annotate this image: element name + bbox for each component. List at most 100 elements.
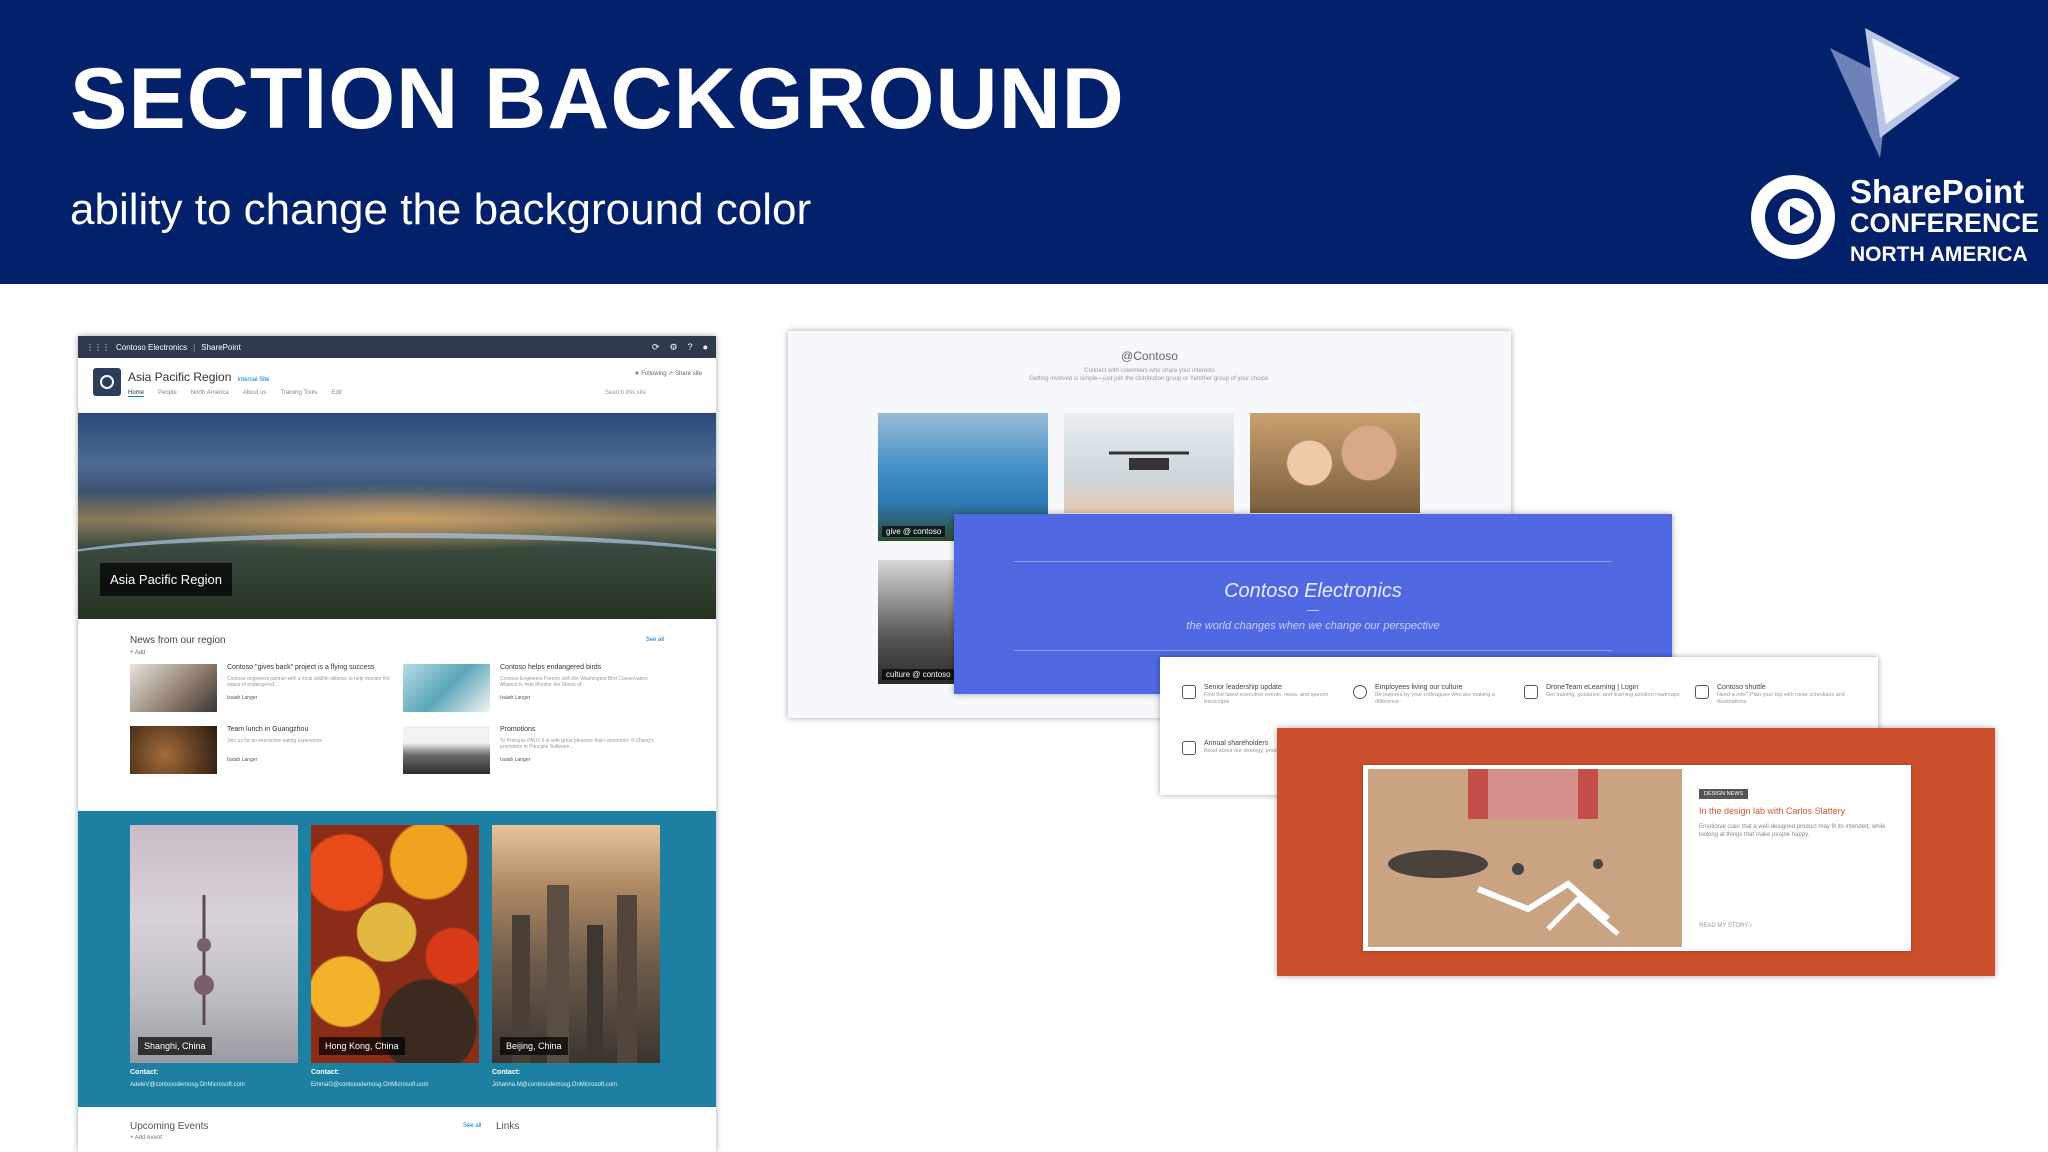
quick-link-desc: Need a ride? Plan your trip with route s… [1717,692,1845,706]
news-item-author: Isaiah Langer [227,756,258,763]
news-see-all-link[interactable]: See all [646,637,664,643]
drone-photo[interactable] [1064,413,1234,513]
city-label: Hong Kong, China [319,1037,405,1055]
city-card-shanghai[interactable]: Shanghi, China [130,825,298,1063]
quick-link-text: Employees living our culture Be inspired… [1375,683,1513,706]
quick-link-desc: Get training, guidance, and learning sol… [1546,692,1680,699]
quick-link[interactable]: Contoso shuttle Need a ride? Plan your t… [1695,683,1855,706]
quick-link-text: Contoso shuttle Need a ride? Plan your t… [1717,683,1855,706]
news-item-title: Contoso helps endangered birds [500,664,602,671]
photo-tag: culture @ contoso [882,669,955,680]
brand-tagline: the world changes when we change our per… [1186,620,1440,632]
nav-about-us[interactable]: About us [243,390,267,397]
avatar[interactable]: ● [703,342,708,353]
news-thumbnail [403,726,490,774]
news-add-button[interactable]: + Add [130,650,664,656]
logo-line-3: NORTH AMERICA [1850,243,2028,266]
design-lab-photo [1368,769,1682,947]
divider-line [1014,561,1612,562]
contact-label: Contact: [130,1069,159,1076]
social-subtitle-line-1: Connect with coworkers who share your in… [1084,368,1215,374]
sync-icon[interactable]: ⟳ [652,342,660,353]
globe-icon [1353,685,1367,699]
follow-share-actions[interactable]: ★ Following ↗ Share site [634,370,702,377]
news-item-author: Isaiah Langer [500,694,531,701]
news-thumbnail [130,726,217,774]
news-grid: Contoso "gives back" project is a flying… [130,664,664,774]
quick-link-title: DroneTeam eLearning | Login [1546,684,1639,691]
dance-photo[interactable]: culture @ contoso [878,560,958,684]
nav-people[interactable]: People [158,390,177,397]
nav-edit[interactable]: Edit [331,390,341,397]
quick-link-text: DroneTeam eLearning | Login Get training… [1546,683,1680,699]
contact-email-link[interactable]: EmmaG@contosodemosg.OnMicrosoft.com [311,1082,428,1088]
news-item[interactable]: Contoso "gives back" project is a flying… [130,664,391,712]
city-card-hong-kong[interactable]: Hong Kong, China [311,825,479,1063]
links-title: Links [496,1121,520,1132]
news-text: Promotions To Principle PM II: It is wit… [500,726,664,774]
slide-subtitle: ability to change the background color [70,185,812,234]
quick-link-desc: Find the latest executive events, news, … [1204,692,1329,706]
news-item[interactable]: Contoso helps endangered birds Contoso E… [403,664,664,712]
divider-line [1014,650,1612,651]
orange-section-screenshot: DESIGN NEWS In the design lab with Carlo… [1277,728,1995,976]
contact-email-link[interactable]: Johanna.M@contosodemosg.OnMicrosoft.com [492,1082,617,1088]
news-item[interactable]: Promotions To Principle PM II: It is wit… [403,726,664,774]
story-description: Emotional cues that a well-designed prod… [1699,824,1886,839]
play-logo-icon [1830,28,1960,158]
news-item-desc: Join us for an interactive eating experi… [227,737,323,744]
nav-north-america[interactable]: North America [191,390,229,397]
help-icon[interactable]: ? [688,342,693,353]
thumbs-up-icon [1182,685,1196,699]
rocket-icon [1524,685,1538,699]
family-photo[interactable] [1250,413,1420,513]
events-see-all-link[interactable]: See all [463,1123,481,1129]
city-card-beijing[interactable]: Beijing, China [492,825,660,1063]
skyline-decoration [512,885,637,1063]
contact-email-link[interactable]: AdeleV@contosodemosg.OnMicrosoft.com [130,1082,245,1088]
news-text: Contoso "gives back" project is a flying… [227,664,391,712]
app-launcher-icon[interactable]: ⋮⋮⋮ [86,343,110,352]
social-title: @Contoso [1121,349,1178,363]
drone-parts-decoration [1388,769,1620,936]
site-header: Asia Pacific Region Internal Site Home Pe… [78,358,716,413]
news-item[interactable]: Team lunch in Guangzhou Join us for an i… [130,726,391,774]
news-item-desc: Contoso Engineers Partner with the Washi… [500,675,648,688]
read-story-link[interactable]: READ MY STORY › [1699,923,1752,929]
social-subtitle-line-2: Getting involved is simple—just join the… [1029,376,1270,383]
nav-home[interactable]: Home [128,390,145,397]
logo-line-2: CONFERENCE [1850,208,2040,238]
quick-link[interactable]: Employees living our culture Be inspired… [1353,683,1513,706]
news-text: Team lunch in Guangzhou Join us for an i… [227,726,322,774]
news-item-title: Promotions [500,726,536,733]
news-text: Contoso helps endangered birds Contoso E… [500,664,664,712]
suitebar-actions: ⟳ ⚙ ? ● [652,342,708,353]
quick-link-title: Contoso shuttle [1717,684,1766,691]
photo-tag: give @ contoso [882,526,946,537]
search-input[interactable]: Search this site [605,390,646,396]
news-item-author: Isaiah Langer [227,694,258,701]
site-privacy-label: Internal Site [237,377,270,383]
site-title-text: Asia Pacific Region [128,370,232,384]
quick-link[interactable]: Senior leadership update Find the latest… [1182,683,1342,706]
news-item-title: Contoso "gives back" project is a flying… [227,664,375,671]
site-title[interactable]: Asia Pacific Region Internal Site [128,370,269,384]
gear-icon[interactable]: ⚙ [669,342,677,353]
slide-title: SECTION BACKGROUND [70,51,1125,147]
hero-image[interactable]: Asia Pacific Region [78,413,716,619]
brand-title: Contoso Electronics [1224,580,1402,602]
sharepoint-conference-logo-icon [1751,175,1835,259]
brand-name[interactable]: Contoso Electronics [116,343,187,352]
nav-training-tools[interactable]: Training Tools [280,390,317,397]
news-item-desc: To Principle PM II: It is with great ple… [500,737,654,750]
contact-label: Contact: [311,1069,340,1076]
feature-story-card[interactable]: DESIGN NEWS In the design lab with Carlo… [1363,765,1911,951]
tower-decoration [194,895,214,1025]
story-headline[interactable]: In the design lab with Carlos Slattery [1699,806,1845,816]
app-name[interactable]: SharePoint [201,343,241,352]
site-logo-icon[interactable] [93,368,121,396]
add-event-button[interactable]: + Add event [130,1135,664,1141]
news-section: News from our region See all + Add Conto… [78,619,716,811]
quick-link[interactable]: DroneTeam eLearning | Login Get training… [1524,683,1684,699]
city-label: Shanghi, China [138,1037,212,1055]
